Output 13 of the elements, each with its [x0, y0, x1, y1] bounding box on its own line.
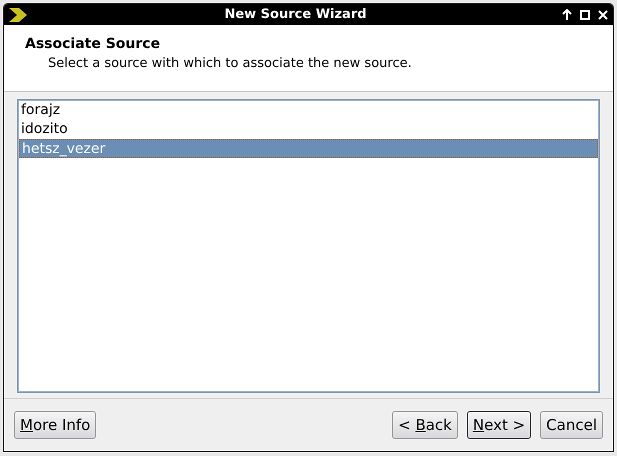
- arrow-up-icon[interactable]: [562, 9, 572, 20]
- dialog-button[interactable]: < Back: [392, 411, 458, 439]
- list-item[interactable]: idozito: [19, 120, 598, 139]
- header-subtitle: Select a source with which to associate the new source.: [47, 55, 413, 73]
- list-item[interactable]: forajz: [19, 101, 598, 120]
- header-title: Associate Source: [25, 35, 162, 54]
- logo-icon: [9, 8, 29, 22]
- dialog-button[interactable]: More Info: [14, 411, 96, 439]
- dialog-button[interactable]: Cancel: [540, 411, 603, 439]
- maximize-icon[interactable]: [580, 10, 590, 20]
- dialog-button[interactable]: Next >: [466, 411, 532, 439]
- window-title: New Source Wizard: [223, 6, 368, 24]
- close-icon[interactable]: [598, 10, 608, 20]
